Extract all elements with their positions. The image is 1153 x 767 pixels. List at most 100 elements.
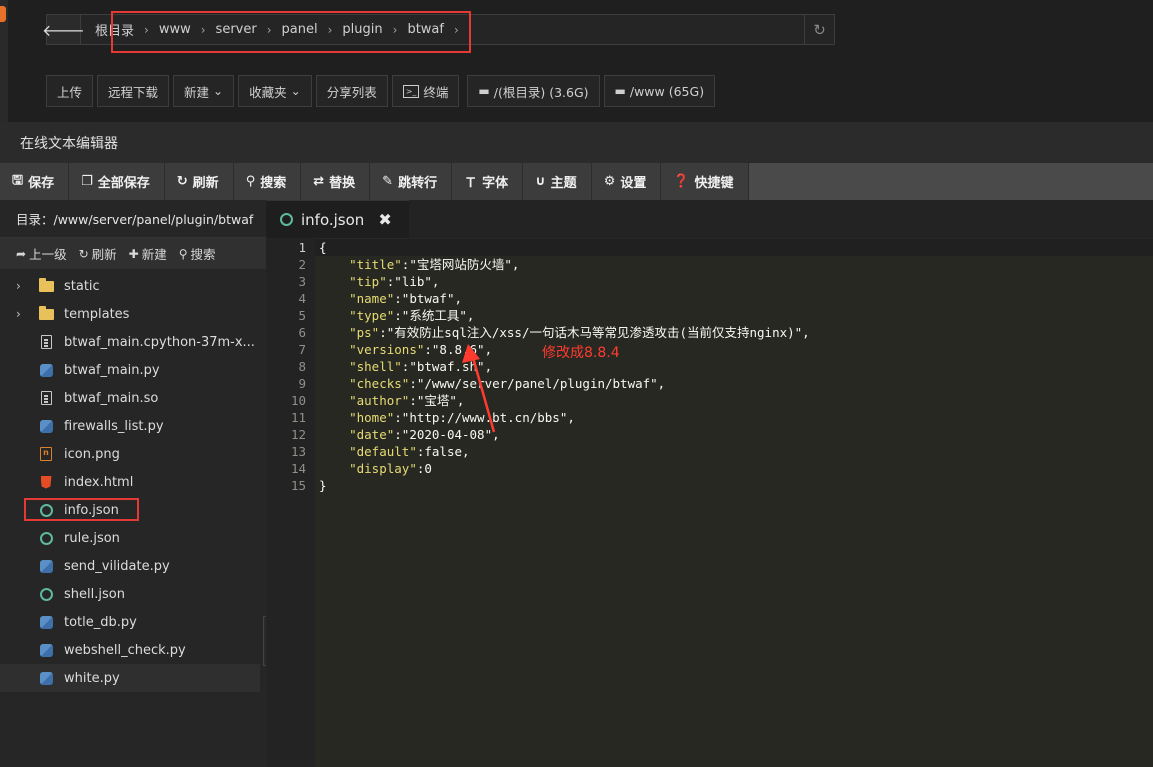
line-number: 4 (298, 291, 306, 306)
folder-icon (38, 305, 54, 320)
code-line: "title":"宝塔网站防火墙", (349, 257, 520, 272)
file-item-label: templates (64, 306, 130, 322)
settings-button[interactable]: ⚙ 设置 (592, 163, 662, 200)
settings-label: 设置 (620, 176, 647, 191)
file-item[interactable]: › templates (0, 300, 260, 328)
file-item[interactable]: btwaf_main.py (0, 356, 260, 384)
file-item[interactable]: webshell_check.py (0, 636, 260, 664)
favorites-label: 收藏夹 (249, 84, 287, 100)
file-item[interactable]: shell.json (0, 580, 260, 608)
file-item[interactable]: firewalls_list.py (0, 412, 260, 440)
file-item-label: totle_db.py (64, 614, 137, 630)
line-number-gutter: 1 2 3 4 5 6 7 8 9 10 11 12 13 14 15 (266, 238, 315, 767)
file-item[interactable]: send_vilidate.py (0, 552, 260, 580)
up-level-button[interactable]: ➦ 上一级 (16, 244, 67, 263)
share-arrow-icon: ➦ (16, 246, 27, 261)
file-list: › static › templates btwaf_main.cpython-37m-… (0, 269, 266, 692)
file-icon-wrap (34, 531, 58, 545)
terminal-button[interactable]: >_ 终端 (391, 75, 460, 107)
toolbar-filler (748, 163, 1153, 200)
sidebar-refresh-button[interactable]: ↻ 刷新 (79, 244, 117, 263)
code-line: } (319, 478, 327, 493)
save-label: 保存 (28, 176, 55, 191)
file-icon-wrap (34, 391, 58, 405)
path-refresh-button[interactable]: ↻ (804, 15, 834, 44)
shortcuts-label: 快捷键 (694, 176, 734, 191)
shortcuts-button[interactable]: ❓ 快捷键 (661, 163, 749, 200)
directory-path: 目录：/www/server/panel/plugin/btwaf (0, 200, 266, 238)
line-number: 2 (298, 257, 306, 272)
code-line: "versions":"8.8.6", (349, 342, 493, 357)
font-button[interactable]: Ｔ 字体 (452, 163, 524, 200)
font-label: 字体 (482, 176, 509, 191)
code-editor[interactable]: { "title":"宝塔网站防火墙", "tip":"lib", "name"… (315, 238, 1153, 767)
file-item[interactable]: rule.json (0, 524, 260, 552)
share-list-label: 分享列表 (326, 84, 377, 100)
file-item[interactable]: › static (0, 272, 260, 300)
file-item[interactable]: btwaf_main.so (0, 384, 260, 412)
code-line: "author":"宝塔", (349, 393, 465, 408)
refresh-icon: ↻ (813, 20, 826, 39)
line-number: 7 (298, 342, 306, 357)
refresh-button[interactable]: ↻ 刷新 (165, 163, 234, 200)
sidebar-search-button[interactable]: ⚲ 搜索 (179, 244, 216, 263)
save-button[interactable]: 🖫 保存 (0, 163, 70, 200)
file-item[interactable]: white.py (0, 664, 260, 692)
pushpin-icon: ✎ (382, 174, 394, 189)
line-number: 10 (290, 393, 306, 408)
disk-icon: ▬ (614, 84, 626, 98)
directory-tools: ➦ 上一级 ↻ 刷新 ✚ 新建 ⚲ 搜索 (0, 238, 266, 269)
upload-button[interactable]: 上传 (46, 75, 94, 107)
gear-icon: ⚙ (603, 174, 616, 189)
search-icon: ⚲ (245, 174, 256, 189)
file-icon-wrap (34, 671, 58, 685)
remote-download-button[interactable]: 远程下载 (97, 75, 170, 107)
folder-icon (38, 277, 54, 292)
file-item[interactable]: btwaf_main.cpython-37m-x... (0, 328, 260, 356)
terminal-icon: >_ (402, 84, 420, 98)
chevron-down-icon: ⌄ (290, 84, 301, 98)
file-item-label: btwaf_main.cpython-37m-x... (64, 334, 255, 350)
code-line: "display":0 (349, 461, 432, 476)
file-icon-wrap (34, 277, 58, 292)
share-list-button[interactable]: 分享列表 (315, 75, 388, 107)
tab-info-json[interactable]: info.json ✖ (266, 200, 409, 238)
sidebar-refresh-label: 刷新 (91, 247, 117, 262)
arrow-left-icon: 🡐 (42, 20, 85, 40)
file-item[interactable]: totle_db.py (0, 608, 260, 636)
file-item-label: shell.json (64, 586, 125, 602)
disk-www-button[interactable]: ▬/www (65G) (603, 75, 716, 107)
new-button[interactable]: 新建 ⌄ (173, 75, 235, 107)
text-icon: Ｔ (464, 176, 478, 191)
file-icon-wrap (34, 305, 58, 320)
code-line: { (315, 239, 1153, 256)
theme-button[interactable]: ∪ 主题 (523, 163, 592, 200)
file-item-label: white.py (64, 670, 120, 686)
json-file-icon (39, 531, 53, 545)
line-number: 14 (290, 461, 306, 476)
plus-icon: ✚ (128, 246, 139, 261)
search-button[interactable]: ⚲ 搜索 (234, 163, 302, 200)
disk-root-button[interactable]: ▬/(根目录) (3.6G) (467, 75, 600, 107)
line-number: 5 (298, 308, 306, 323)
goto-line-button[interactable]: ✎ 跳转行 (370, 163, 453, 200)
annotation-text: 修改成8.8.4 (542, 345, 620, 361)
line-number: 9 (298, 376, 306, 391)
close-icon[interactable]: ✖ (378, 210, 391, 229)
file-item-label: icon.png (64, 446, 120, 462)
replace-button[interactable]: ⇄ 替换 (301, 163, 371, 200)
file-item[interactable]: index.html (0, 468, 260, 496)
tab-label: info.json (301, 210, 365, 229)
python-icon (39, 559, 53, 573)
back-button[interactable]: 🡐 (42, 15, 85, 44)
file-item-label: static (64, 278, 100, 294)
sidebar-new-button[interactable]: ✚ 新建 (129, 244, 167, 263)
line-number: 6 (298, 325, 306, 340)
file-item[interactable]: n icon.png (0, 440, 260, 468)
save-all-button[interactable]: ❐ 全部保存 (69, 163, 165, 200)
refresh-icon: ↻ (78, 246, 89, 261)
file-item-label: btwaf_main.py (64, 362, 160, 378)
left-strip (0, 0, 8, 122)
editor-tabbar: info.json ✖ (266, 200, 1153, 238)
favorites-button[interactable]: 收藏夹 ⌄ (238, 75, 312, 107)
